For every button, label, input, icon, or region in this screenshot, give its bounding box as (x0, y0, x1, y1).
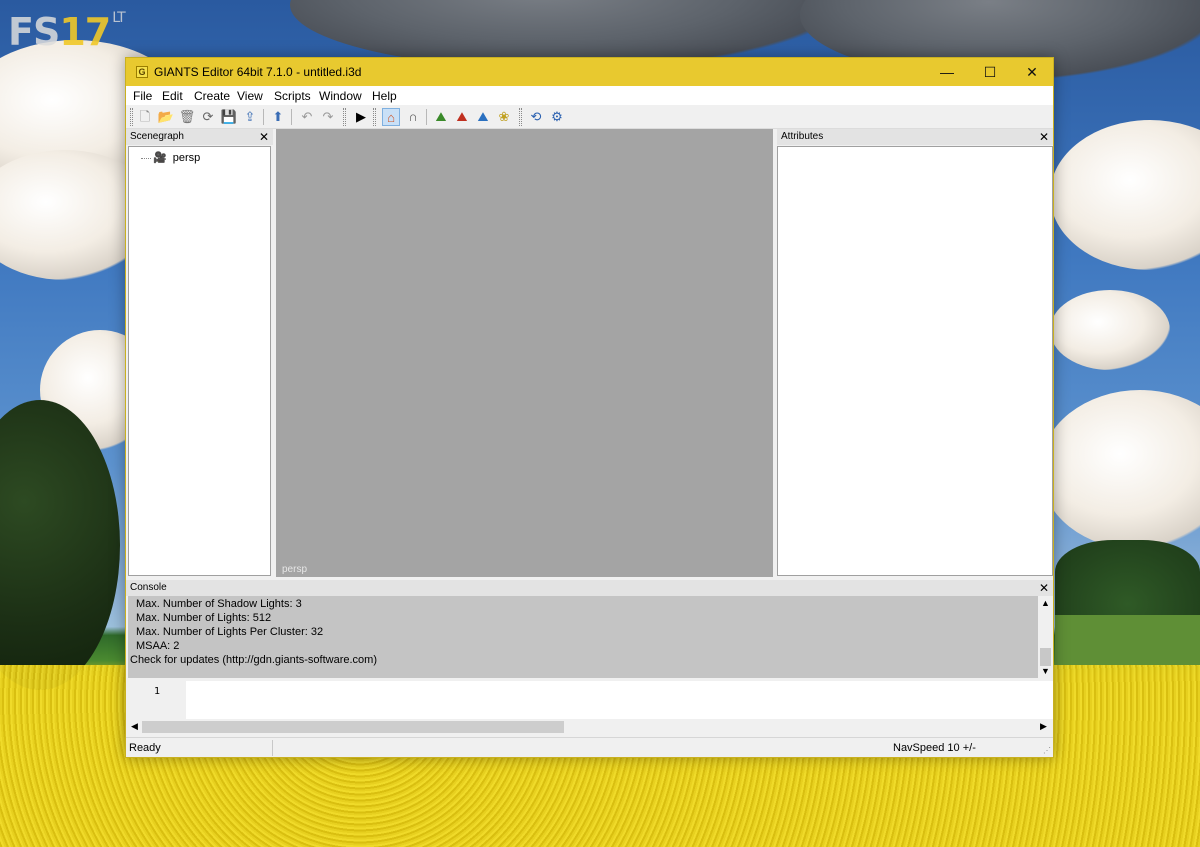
menu-view[interactable]: View (237, 89, 263, 103)
magnet-icon[interactable]: ∩ (404, 108, 422, 126)
new-file-icon[interactable]: 🗋 (136, 108, 154, 126)
attributes-header: Attributes ✕ (777, 129, 1053, 145)
cloud (1050, 120, 1200, 270)
site-watermark-logo: FS17 LT (8, 10, 126, 54)
console-header: Console ✕ (126, 580, 1053, 596)
menu-create[interactable]: Create (194, 89, 230, 103)
scrollbar-thumb[interactable] (1040, 648, 1051, 666)
menu-bar: File Edit Create View Scripts Window Hel… (126, 86, 1053, 105)
undo-icon[interactable]: ↶ (298, 108, 316, 126)
tree-node-persp[interactable]: 🎥 persp (141, 151, 200, 164)
toolbar-separator (263, 109, 264, 125)
nav-speed-indicator: NavSpeed 10 +/- (893, 742, 976, 754)
foliage-icon[interactable]: ❀ (495, 108, 513, 126)
open-folder-icon[interactable]: 📂 (157, 108, 175, 126)
scenegraph-header: Scenegraph ✕ (126, 129, 273, 145)
camera-icon: 🎥 (153, 152, 167, 164)
attributes-title: Attributes (781, 131, 824, 142)
scroll-right-icon[interactable]: ▶ (1040, 721, 1047, 732)
script-input-editor[interactable]: 1 (128, 681, 1053, 719)
console-line: Max. Number of Shadow Lights: 3 (136, 598, 302, 610)
tree-connector (141, 157, 151, 159)
close-window-button[interactable]: ✕ (1011, 58, 1053, 86)
toolbar-separator (291, 109, 292, 125)
status-bar: Ready NavSpeed 10 +/- ⋰ (126, 737, 1053, 757)
redo-icon[interactable]: ↷ (319, 108, 337, 126)
watermark-number: 17 (59, 10, 111, 54)
status-separator (272, 740, 273, 756)
toolbar-grip[interactable] (130, 108, 133, 126)
refresh-icon[interactable]: ⟳ (199, 108, 217, 126)
console-vertical-scrollbar[interactable]: ▲ ▼ (1038, 596, 1053, 681)
console-line: Max. Number of Lights: 512 (136, 612, 272, 624)
toolbar-separator (426, 109, 427, 125)
cloud (1040, 390, 1200, 550)
minimize-button[interactable]: — (926, 58, 968, 86)
line-number-gutter: 1 (128, 681, 186, 719)
import-icon[interactable]: ⬆ (269, 108, 287, 126)
giants-logo-icon: G (136, 66, 148, 78)
toolbar-grip[interactable] (519, 108, 522, 126)
3d-viewport[interactable]: persp (276, 129, 773, 577)
watermark-suffix: LT (112, 10, 125, 26)
editor-horizontal-scrollbar[interactable]: ◀ ▶ (128, 719, 1053, 735)
scroll-left-icon[interactable]: ◀ (131, 721, 138, 732)
delete-icon[interactable]: 🗑 (178, 108, 196, 126)
window-title: GIANTS Editor 64bit 7.1.0 - untitled.i3d (154, 65, 362, 79)
menu-window[interactable]: Window (319, 89, 362, 103)
menu-scripts[interactable]: Scripts (274, 89, 311, 103)
watermark-brand: FS (8, 10, 60, 54)
maximize-button[interactable]: ☐ (969, 58, 1011, 86)
line-number: 1 (154, 686, 161, 697)
cloud (1050, 290, 1170, 370)
export-icon[interactable]: ⇪ (241, 108, 259, 126)
attributes-panel[interactable] (777, 146, 1053, 576)
resize-grip-icon[interactable]: ⋰ (1043, 746, 1051, 755)
toolbar-grip[interactable] (373, 108, 376, 126)
terrain-paint-icon[interactable]: ⛰ (432, 108, 450, 126)
scrollbar-thumb[interactable] (142, 721, 564, 733)
menu-edit[interactable]: Edit (162, 89, 183, 103)
toolbar: 🗋 📂 🗑 ⟳ 💾 ⇪ ⬆ ↶ ↷ ▶ ⌂ ∩ ⛰ ⛰ ⛰ ❀ ⟲ ⚙ (126, 105, 1053, 129)
status-text: Ready (129, 742, 161, 754)
settings-icon[interactable]: ⚙ (548, 108, 566, 126)
scroll-up-icon[interactable]: ▲ (1041, 598, 1050, 608)
meadow (1055, 615, 1200, 670)
console-close-button[interactable]: ✕ (1039, 580, 1049, 596)
play-icon[interactable]: ▶ (352, 108, 370, 126)
console-output[interactable]: Max. Number of Shadow Lights: 3 Max. Num… (128, 596, 1038, 678)
console-line: Max. Number of Lights Per Cluster: 32 (136, 626, 324, 638)
terrain-sculpt-icon[interactable]: ⛰ (453, 108, 471, 126)
rotate-icon[interactable]: ⟲ (527, 108, 545, 126)
menu-file[interactable]: File (133, 89, 152, 103)
select-tool-icon[interactable]: ⌂ (382, 108, 400, 126)
foliage-paint-icon[interactable]: ⛰ (474, 108, 492, 126)
viewport-camera-label: persp (282, 564, 308, 575)
title-bar[interactable]: G GIANTS Editor 64bit 7.1.0 - untitled.i… (126, 58, 1053, 86)
toolbar-grip[interactable] (343, 108, 346, 126)
editor-window: G GIANTS Editor 64bit 7.1.0 - untitled.i… (125, 57, 1054, 758)
treeline (1055, 540, 1200, 620)
attributes-close-button[interactable]: ✕ (1039, 129, 1049, 145)
scenegraph-close-button[interactable]: ✕ (259, 129, 269, 145)
tree-node-label: persp (172, 152, 201, 164)
scenegraph-title: Scenegraph (130, 131, 184, 142)
menu-help[interactable]: Help (372, 89, 397, 103)
scenegraph-tree[interactable]: 🎥 persp (128, 146, 271, 576)
scroll-down-icon[interactable]: ▼ (1041, 666, 1050, 676)
console-title: Console (130, 582, 167, 593)
save-icon[interactable]: 💾 (220, 108, 238, 126)
console-line: MSAA: 2 (136, 640, 180, 652)
console-line: Check for updates (http://gdn.giants-sof… (130, 654, 378, 666)
